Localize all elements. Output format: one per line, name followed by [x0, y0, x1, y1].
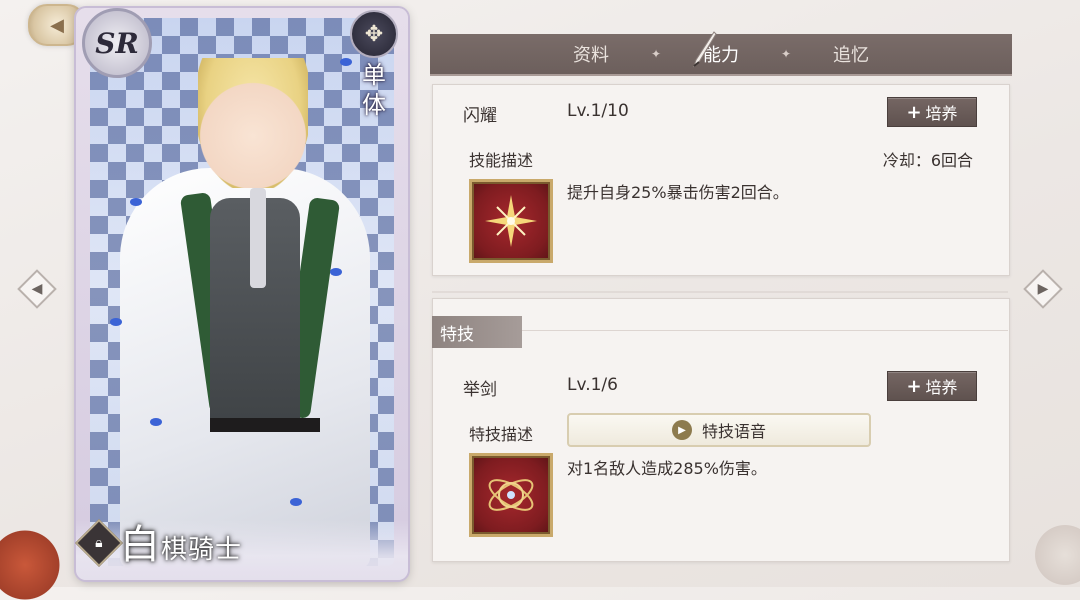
- sparkle-star-icon[interactable]: [469, 179, 553, 263]
- character-card[interactable]: SR ✥ 单体 🔒︎ 白棋骑士: [68, 4, 412, 584]
- tab-memories[interactable]: 追忆: [801, 41, 901, 67]
- back-arrow-icon: ◀: [50, 14, 64, 36]
- tab-separator: ✦: [780, 47, 792, 61]
- petal-decoration: [130, 198, 142, 206]
- upgrade-label: 培养: [925, 104, 958, 123]
- tab-profile[interactable]: 资料: [541, 41, 641, 67]
- petal-decoration: [340, 58, 352, 66]
- background-rose-decoration: [0, 530, 70, 600]
- character-tie: [250, 188, 266, 288]
- special-voice-label: 特技语音: [701, 422, 766, 441]
- character-illustration: [90, 18, 394, 566]
- play-icon: ▶: [671, 420, 692, 440]
- skill-panel: 闪耀 Lv.1/10 + 培养 技能描述 冷却：6回合 提升自身25%暴击伤害2…: [432, 84, 1010, 276]
- petal-decoration: [150, 418, 162, 426]
- rarity-badge: SR: [82, 8, 152, 78]
- special-skill-name: 举剑: [463, 380, 497, 400]
- target-type-label: 单体: [362, 61, 386, 119]
- special-upgrade-button[interactable]: + 培养: [887, 371, 977, 401]
- special-description-title: 特技描述: [469, 425, 534, 444]
- previous-card-button[interactable]: ◀: [17, 269, 57, 309]
- tab-ability[interactable]: 能力: [671, 41, 771, 67]
- skill-upgrade-button[interactable]: + 培养: [887, 97, 977, 127]
- special-section-header: 特技: [432, 316, 522, 348]
- plus-icon: +: [906, 101, 922, 123]
- petal-decoration: [290, 498, 302, 506]
- tab-bar: 资料 ✦ 能力 ✦ 追忆: [430, 34, 1012, 76]
- special-description: 对1名敌人造成285%伤害。: [567, 459, 767, 478]
- special-skill-level: Lv.1/6: [567, 375, 618, 395]
- skill-name: 闪耀: [463, 106, 497, 126]
- card-name: 白棋骑士: [120, 512, 242, 570]
- special-header-line: [522, 330, 1008, 331]
- plus-icon: +: [906, 375, 922, 397]
- card-name-rest: 棋骑士: [161, 535, 243, 565]
- special-voice-button[interactable]: ▶ 特技语音: [567, 413, 871, 447]
- upgrade-label: 培养: [925, 378, 958, 397]
- quill-pen-icon: [692, 31, 717, 68]
- card-name-first-char: 白: [120, 522, 161, 568]
- orbit-sphere-icon[interactable]: [469, 453, 553, 537]
- character-head: [198, 58, 308, 188]
- skill-description-title: 技能描述: [469, 151, 534, 170]
- next-card-button[interactable]: ▶: [1023, 269, 1063, 309]
- character-belt: [210, 418, 320, 432]
- skill-cooldown: 冷却：6回合: [882, 151, 973, 170]
- arrow-right-icon: ▶: [1037, 281, 1049, 297]
- background-rose-decoration: [1030, 520, 1080, 590]
- section-divider: [432, 291, 1008, 293]
- target-type-icon: ✥: [350, 10, 398, 58]
- petal-decoration: [330, 268, 342, 276]
- skill-description: 提升自身25%暴击伤害2回合。: [567, 183, 789, 202]
- orbit-sphere-graphic: [488, 479, 534, 511]
- skill-level: Lv.1/10: [567, 101, 629, 121]
- arrow-left-icon: ◀: [31, 281, 43, 297]
- petal-decoration: [110, 318, 122, 326]
- tab-separator: ✦: [650, 47, 662, 61]
- sparkle-star-graphic: [485, 195, 537, 247]
